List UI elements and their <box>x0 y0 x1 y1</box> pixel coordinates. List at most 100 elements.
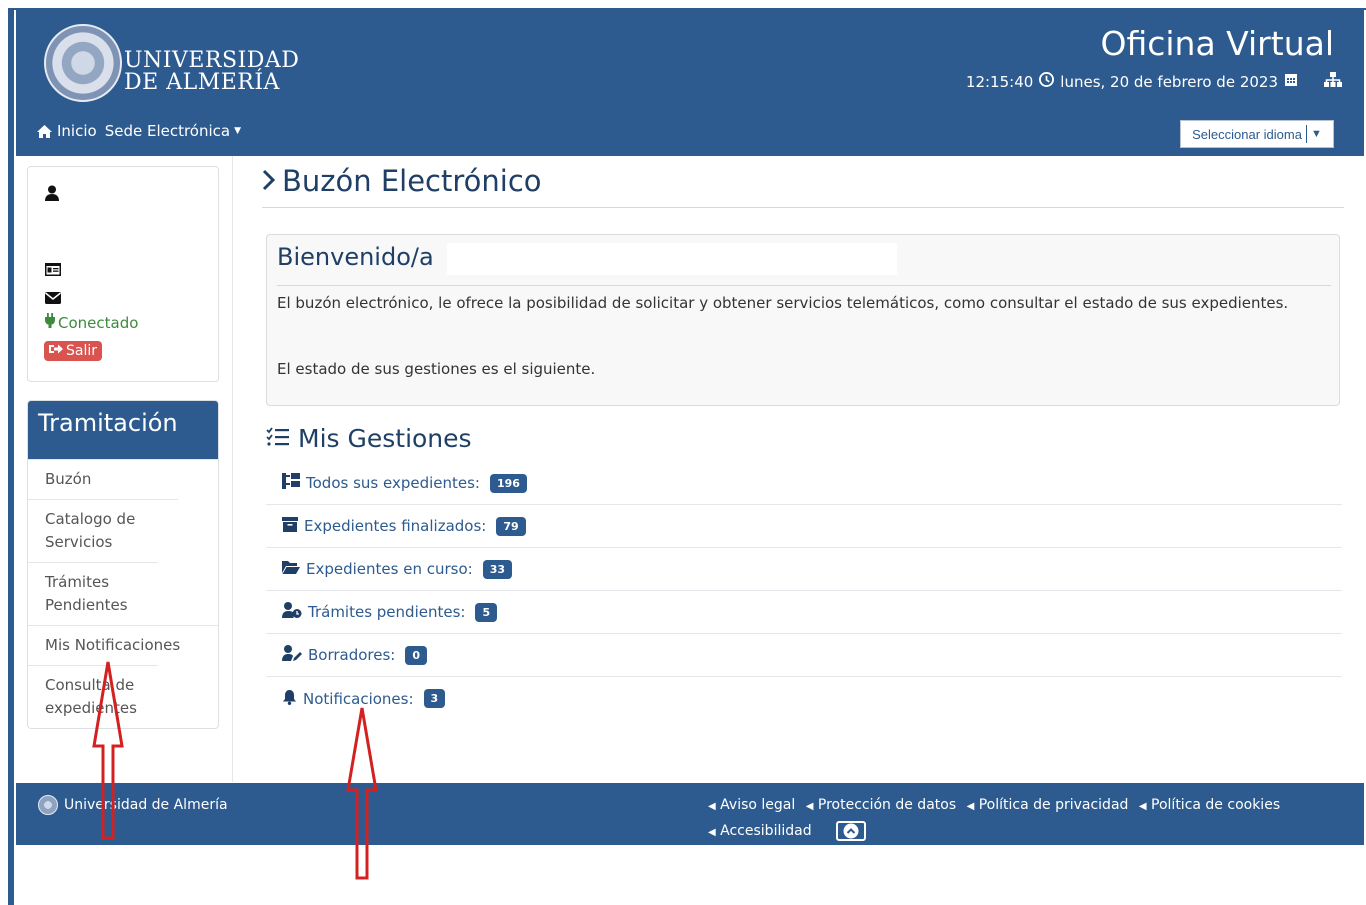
university-seal-icon <box>38 795 58 815</box>
calendar-icon <box>1284 72 1298 91</box>
gestion-notificaciones[interactable]: Notificaciones: 3 <box>266 677 1342 720</box>
count-badge: 196 <box>489 473 527 493</box>
footer-link-label: Accesibilidad <box>720 823 812 839</box>
sitemap-icon[interactable] <box>1324 72 1342 91</box>
gestion-borradores[interactable]: Borradores: 0 <box>266 634 1342 677</box>
university-logo-text[interactable]: UNIVERSIDAD DE ALMERÍA <box>124 50 299 94</box>
welcome-panel: Bienvenido/a El buzón electrónico, le of… <box>266 234 1340 406</box>
id-card-icon <box>45 261 61 280</box>
footer-link-aviso-legal[interactable]: ◀ Aviso legal <box>708 797 795 813</box>
page: UNIVERSIDAD DE ALMERÍA Oficina Virtual 1… <box>0 0 1366 905</box>
footer-brand[interactable]: Universidad de Almería <box>38 795 228 815</box>
sidebar-divider <box>232 156 233 782</box>
plug-icon <box>45 313 55 332</box>
logout-label: Salir <box>66 343 98 359</box>
gestion-todos-expedientes[interactable]: Todos sus expedientes: 196 <box>266 462 1342 505</box>
page-title-text: Buzón Electrónico <box>282 164 542 198</box>
welcome-status-text: El estado de sus gestiones es el siguien… <box>277 360 596 378</box>
gestion-label: Notificaciones: <box>303 689 414 708</box>
connection-status: Conectado <box>45 313 138 332</box>
footer-links: ◀ Aviso legal ◀ Protección de datos ◀ Po… <box>708 793 1328 845</box>
nav-sede-dropdown[interactable]: Sede Electrónica ▼ <box>105 122 241 140</box>
tasks-list-icon <box>266 424 290 453</box>
gestion-label: Expedientes finalizados: <box>304 517 487 535</box>
app-title: Oficina Virtual <box>1100 24 1334 63</box>
sitemap-icon <box>282 473 300 493</box>
archive-icon <box>282 516 298 536</box>
clock-row: 12:15:40 lunes, 20 de febrero de 2023 <box>966 72 1342 91</box>
sidebar-item-mis-notificaciones[interactable]: Mis Notificaciones <box>28 625 218 665</box>
bell-icon <box>282 689 297 709</box>
site-header: UNIVERSIDAD DE ALMERÍA Oficina Virtual 1… <box>16 10 1364 156</box>
gestion-label: Todos sus expedientes: <box>306 474 480 492</box>
folder-open-icon <box>282 560 300 578</box>
footer-link-label: Protección de datos <box>817 797 957 813</box>
connection-status-label: Conectado <box>58 313 139 332</box>
gestion-expedientes-finalizados[interactable]: Expedientes finalizados: 79 <box>266 505 1342 548</box>
sign-out-icon <box>49 343 63 359</box>
nav-home[interactable]: Inicio <box>36 122 97 140</box>
logo-line-1: UNIVERSIDAD <box>124 48 300 73</box>
caret-left-icon: ◀ <box>708 827 716 838</box>
nav-home-label: Inicio <box>57 122 97 140</box>
chevron-right-icon <box>262 164 276 198</box>
count-badge: 0 <box>405 645 428 665</box>
annotation-arrow-up-icon <box>346 707 378 880</box>
count-badge: 5 <box>475 602 498 622</box>
footer-link-politica-privacidad[interactable]: ◀ Política de privacidad <box>967 797 1129 813</box>
user-info-redacted <box>68 183 212 303</box>
gestion-label: Borradores: <box>308 646 396 664</box>
gestiones-list: Todos sus expedientes: 196 Expedientes f… <box>266 462 1342 720</box>
page-title: Buzón Electrónico <box>262 164 542 198</box>
window-left-border <box>8 8 14 905</box>
envelope-icon <box>45 289 61 308</box>
user-name-redacted <box>447 243 897 275</box>
home-icon <box>37 124 52 138</box>
logo-line-2: DE ALMERÍA <box>124 70 280 95</box>
gestion-expedientes-en-curso[interactable]: Expedientes en curso: 33 <box>266 548 1342 591</box>
university-seal-logo[interactable] <box>44 24 122 102</box>
footer-link-proteccion-datos[interactable]: ◀ Protección de datos <box>806 797 956 813</box>
current-date: lunes, 20 de febrero de 2023 <box>1060 72 1278 91</box>
top-nav: Inicio Sede Electrónica ▼ <box>36 122 241 140</box>
language-select[interactable]: Seleccionar idioma ▼ <box>1180 120 1334 148</box>
language-select-label: Seleccionar idioma <box>1192 126 1302 142</box>
annotation-arrow-up-icon <box>92 661 124 840</box>
welcome-divider <box>277 285 1331 286</box>
count-badge: 3 <box>423 689 446 708</box>
logout-button[interactable]: Salir <box>44 341 103 361</box>
footer-link-label: Política de cookies <box>1151 797 1281 813</box>
sidebar-item-buzon[interactable]: Buzón <box>28 459 218 499</box>
gestion-label: Expedientes en curso: <box>306 560 473 578</box>
chevron-up-icon <box>843 823 859 839</box>
gestion-tramites-pendientes[interactable]: Trámites pendientes: 5 <box>266 591 1342 634</box>
footer-link-label: Política de privacidad <box>978 797 1129 813</box>
select-separator <box>1305 125 1307 143</box>
footer-link-politica-cookies[interactable]: ◀ Política de cookies <box>1139 797 1280 813</box>
caret-left-icon: ◀ <box>708 801 716 812</box>
sidebar-item-tramites-pendientes[interactable]: Trámites Pendientes <box>28 562 158 625</box>
mis-gestiones-title: Mis Gestiones <box>298 424 472 453</box>
caret-left-icon: ◀ <box>805 801 814 812</box>
clock-icon <box>1039 72 1055 91</box>
footer-link-accesibilidad[interactable]: ◀ Accesibilidad <box>708 823 812 839</box>
user-icon <box>45 185 59 205</box>
welcome-heading: Bienvenido/a <box>277 243 434 271</box>
caret-left-icon: ◀ <box>966 801 975 812</box>
caret-down-icon: ▼ <box>1310 128 1322 140</box>
footer-link-label: Aviso legal <box>720 797 796 813</box>
count-badge: 33 <box>482 559 513 579</box>
mis-gestiones-heading: Mis Gestiones <box>266 424 472 453</box>
scroll-to-top-button[interactable] <box>836 821 867 841</box>
caret-down-icon: ▼ <box>234 126 242 136</box>
count-badge: 79 <box>496 516 526 536</box>
welcome-intro-text: El buzón electrónico, le ofrece la posib… <box>277 294 1289 312</box>
tramitacion-title: Tramitación <box>28 401 218 459</box>
user-card: Conectado Salir <box>27 166 219 382</box>
site-footer: Universidad de Almería ◀ Aviso legal ◀ P… <box>16 783 1364 845</box>
sidebar-item-catalogo-servicios[interactable]: Catalogo de Servicios <box>28 499 178 562</box>
current-time: 12:15:40 <box>965 72 1034 91</box>
caret-left-icon: ◀ <box>1138 801 1147 812</box>
user-clock-icon <box>282 602 302 622</box>
title-divider <box>262 207 1344 208</box>
